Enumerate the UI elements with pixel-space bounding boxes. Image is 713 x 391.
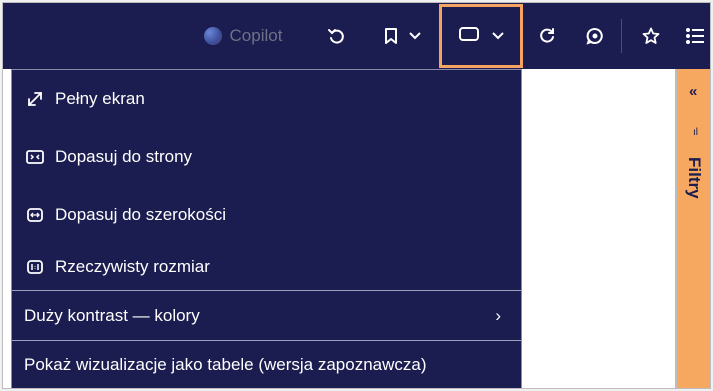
bookmark-button[interactable] (375, 3, 429, 69)
menu-item-fit-to-page[interactable]: Dopasuj do strony (12, 128, 521, 186)
chevron-down-icon (492, 27, 504, 45)
menu-item-show-as-tables[interactable]: Pokaż wizualizacje jako tabele (wersja z… (12, 341, 521, 388)
comment-button[interactable] (579, 3, 611, 69)
view-icon (458, 26, 480, 47)
copilot-button[interactable]: Copilot (189, 3, 297, 69)
menu-item-label: Dopasuj do strony (55, 147, 193, 166)
menu-item-label: Pokaż wizualizacje jako tabele (wersja z… (24, 355, 427, 374)
refresh-icon (538, 27, 556, 45)
undo-button[interactable] (319, 3, 353, 69)
fit-to-width-icon (24, 204, 46, 226)
toolbar-divider (621, 19, 622, 53)
filters-pane[interactable]: « ıl Filtry (677, 69, 710, 388)
view-menu: Pełny ekran Dopasuj do strony Dopasuj do… (11, 69, 522, 388)
star-icon (642, 27, 660, 45)
top-toolbar: Copilot (3, 3, 710, 69)
menu-item-label: Dopasuj do szerokości (55, 205, 227, 224)
copilot-icon (203, 27, 222, 45)
fullscreen-icon (24, 88, 46, 110)
collapse-filters-icon[interactable]: « (689, 83, 697, 100)
menu-item-fullscreen[interactable]: Pełny ekran (12, 70, 521, 128)
fit-to-page-icon (24, 146, 46, 168)
menu-item-label: Duży kontrast — kolory (24, 305, 200, 325)
chevron-down-icon (409, 32, 421, 40)
report-window: Copilot « ıl Filtry Pełny ekran Dopasuj … (2, 2, 711, 389)
filters-indicator-icon: ıl (693, 127, 698, 138)
filters-label: Filtry (685, 157, 704, 199)
menu-item-label: Pełny ekran (55, 89, 145, 108)
copilot-label: Copilot (229, 26, 283, 45)
undo-icon (327, 27, 345, 45)
refresh-button[interactable] (531, 3, 563, 69)
view-button[interactable] (439, 4, 523, 68)
bookmark-icon (383, 27, 399, 45)
list-icon (685, 27, 705, 45)
comment-icon (586, 27, 604, 45)
more-options-button[interactable] (679, 3, 710, 69)
menu-item-actual-size[interactable]: Rzeczywisty rozmiar (12, 244, 521, 290)
chevron-right-icon: › (495, 306, 501, 325)
menu-item-fit-to-width[interactable]: Dopasuj do szerokości (12, 186, 521, 244)
actual-size-icon (24, 256, 46, 278)
menu-item-high-contrast[interactable]: Duży kontrast — kolory › (12, 291, 521, 340)
favorite-button[interactable] (635, 3, 667, 69)
menu-item-label: Rzeczywisty rozmiar (55, 257, 210, 276)
